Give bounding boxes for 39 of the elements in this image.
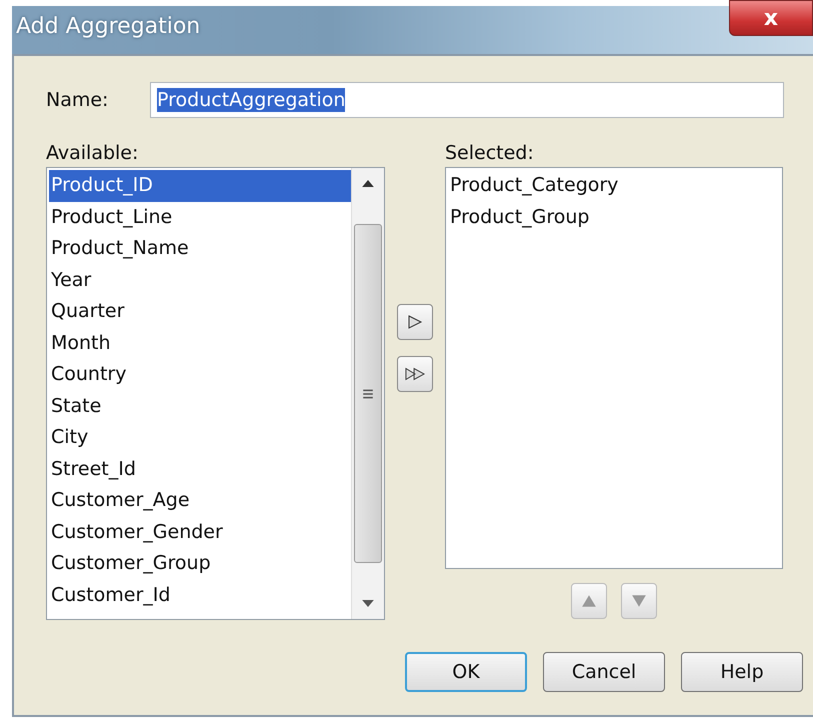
list-item[interactable]: Customer_Id bbox=[49, 580, 351, 611]
scroll-up-icon[interactable] bbox=[362, 180, 374, 187]
list-item[interactable]: Quarter bbox=[49, 296, 351, 328]
close-button[interactable]: x bbox=[729, 0, 813, 36]
dialog-button[interactable]: OK bbox=[405, 652, 527, 692]
add-all-button[interactable] bbox=[397, 356, 433, 392]
move-down-button[interactable] bbox=[621, 583, 657, 619]
list-item[interactable]: Product_Category bbox=[448, 170, 782, 202]
list-item[interactable]: City bbox=[49, 422, 351, 454]
list-item[interactable]: Street_Id bbox=[49, 454, 351, 485]
scrollbar[interactable] bbox=[351, 168, 384, 619]
list-item[interactable]: Year bbox=[49, 264, 351, 296]
list-item[interactable]: Month bbox=[49, 328, 351, 359]
selected-list[interactable]: Product_Category Product_Group bbox=[445, 167, 783, 569]
triangle-down-icon bbox=[631, 594, 647, 608]
list-item[interactable]: State bbox=[49, 390, 351, 422]
list-item[interactable]: Product_Name bbox=[49, 233, 351, 264]
available-list[interactable]: Product_ID Product_Line Product_Name Year Quarter Month Country State City Street_Id Customer_Age Customer_Gender Customer_Group Customer_Id bbox=[46, 167, 385, 620]
scroll-thumb[interactable] bbox=[354, 224, 382, 563]
selected-label: Selected: bbox=[445, 142, 534, 164]
add-button[interactable] bbox=[397, 304, 433, 340]
dialog-button[interactable]: Cancel bbox=[543, 652, 665, 692]
list-item[interactable]: Product_ID bbox=[49, 170, 351, 202]
list-item[interactable]: Product_Group bbox=[448, 202, 782, 233]
available-label: Available: bbox=[46, 142, 138, 164]
list-item[interactable]: Customer_Age bbox=[49, 485, 351, 516]
move-up-button[interactable] bbox=[571, 583, 607, 619]
list-item[interactable]: Customer_Group bbox=[49, 548, 351, 580]
triangle-up-icon bbox=[581, 594, 597, 608]
scroll-down-icon[interactable] bbox=[362, 600, 374, 607]
dialog-button[interactable]: Help bbox=[681, 652, 803, 692]
list-item[interactable]: Country bbox=[49, 359, 351, 390]
list-item[interactable]: Product_Line bbox=[49, 202, 351, 233]
double-arrow-right-icon bbox=[405, 367, 425, 381]
list-item[interactable]: Customer_Gender bbox=[49, 516, 351, 548]
name-label: Name: bbox=[46, 89, 110, 111]
name-field[interactable]: ProductAggregation bbox=[150, 82, 784, 118]
window-title: Add Aggregation bbox=[16, 14, 200, 39]
grip-icon bbox=[362, 388, 374, 400]
